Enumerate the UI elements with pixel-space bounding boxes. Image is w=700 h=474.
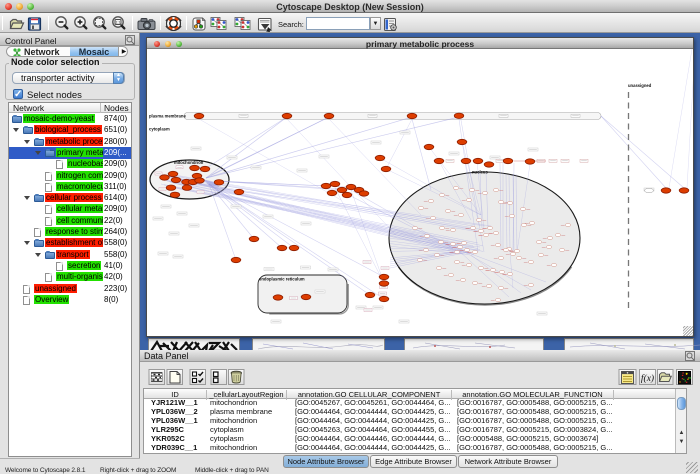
svg-text:1:1: 1:1 <box>116 21 121 25</box>
svg-text:endoplasmic reticulum: endoplasmic reticulum <box>259 277 305 282</box>
svg-text:f(x): f(x) <box>641 373 654 384</box>
svg-text:unassigned: unassigned <box>628 83 652 88</box>
svg-text:mitochondrion: mitochondrion <box>174 160 204 165</box>
svg-text:plasma membrane: plasma membrane <box>149 114 186 119</box>
svg-text:cytoplasm: cytoplasm <box>149 127 170 132</box>
svg-text:nucleus: nucleus <box>472 170 488 175</box>
